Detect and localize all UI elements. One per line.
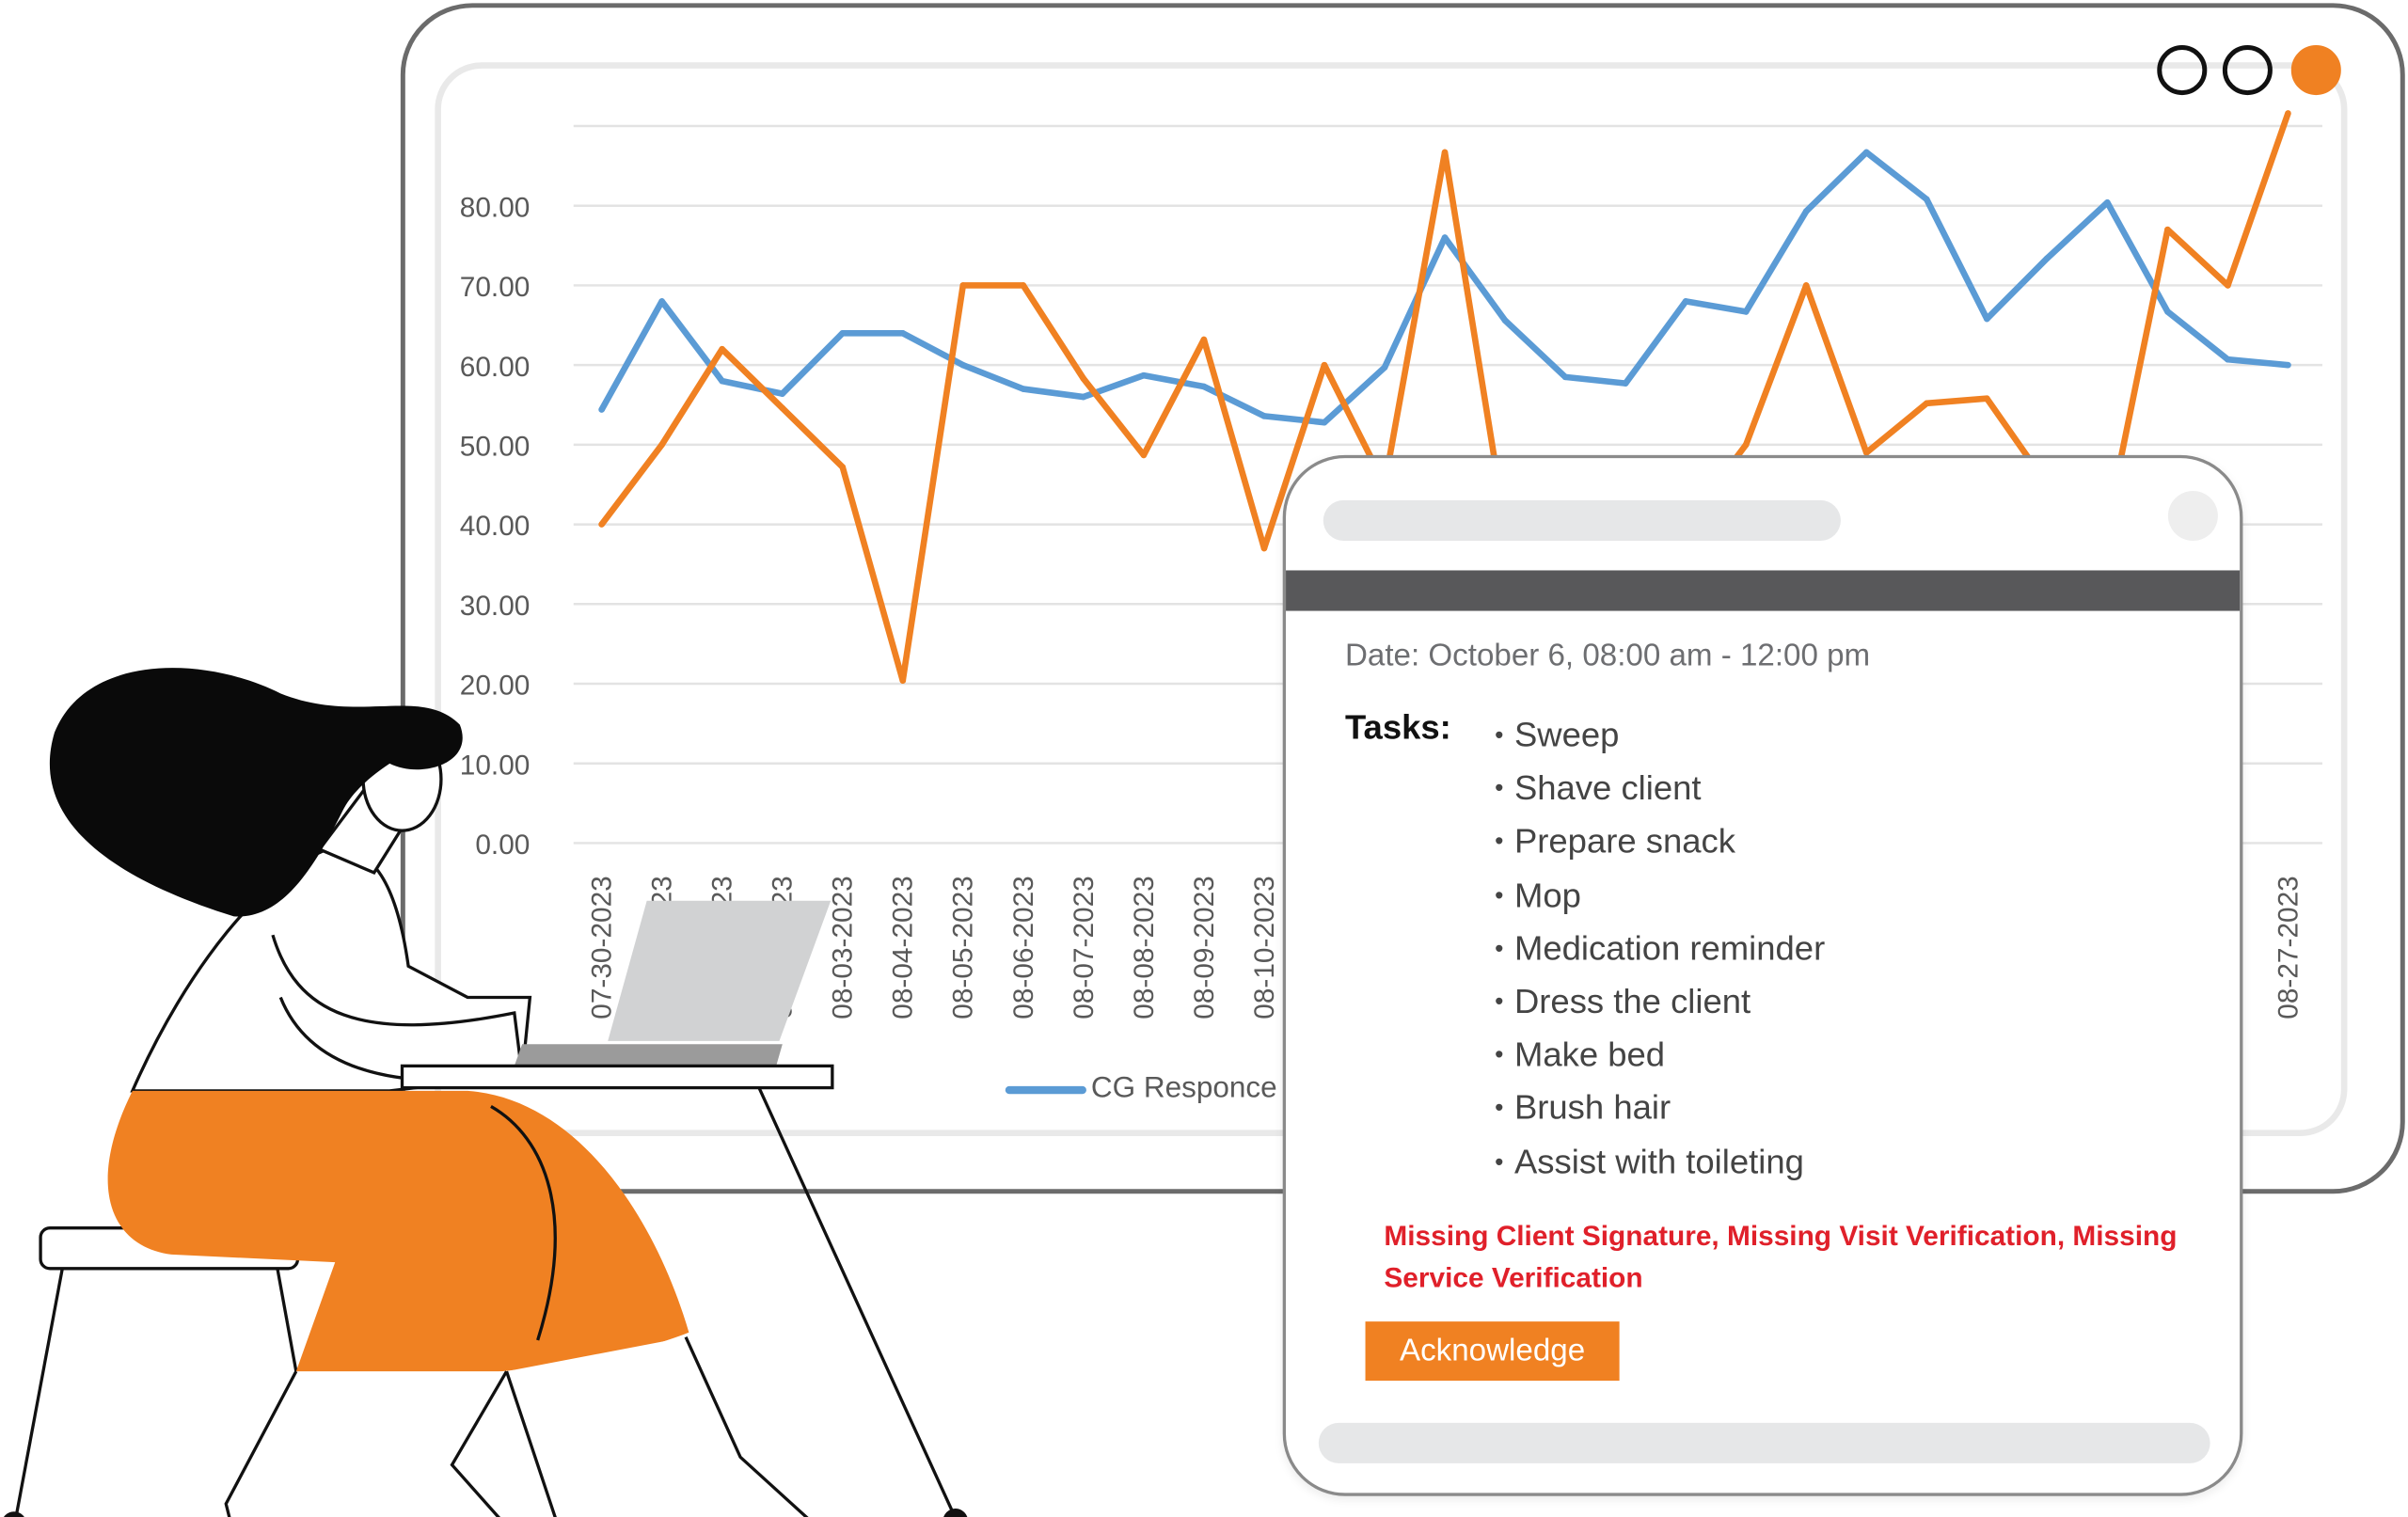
visit-date: Date: October 6, 08:00 am - 12:00 pm [1344, 639, 1871, 673]
task-item: Assist with toileting [1495, 1138, 1825, 1192]
task-item: Sweep [1495, 712, 1825, 766]
task-item: Dress the client [1495, 978, 1825, 1032]
task-list: Sweep Shave client Prepare snack Mop Med… [1495, 712, 1825, 1192]
task-item: Prepare snack [1495, 819, 1825, 873]
footer-placeholder-bar [1318, 1422, 2210, 1463]
task-item: Shave client [1495, 766, 1825, 819]
close-icon[interactable] [2167, 490, 2218, 541]
task-item: Make bed [1495, 1032, 1825, 1085]
missing-verification-warning: Missing Client Signature, Missing Visit … [1384, 1220, 2178, 1294]
tasks-label: Tasks: [1344, 707, 1451, 747]
visit-detail-popup: Date: October 6, 08:00 am - 12:00 pm Tas… [1282, 454, 2243, 1496]
task-item: Brush hair [1495, 1085, 1825, 1139]
task-item: Medication reminder [1495, 925, 1825, 979]
acknowledge-button[interactable]: Acknowledge [1365, 1321, 1620, 1382]
illustration-stage: 0.00 10.00 20.00 30.00 40.00 50.00 60.00 70.00 8… [0, 0, 2408, 1517]
task-item: Mop [1495, 872, 1825, 925]
popup-header-bar [1286, 570, 2241, 611]
title-placeholder-bar [1323, 499, 1841, 541]
